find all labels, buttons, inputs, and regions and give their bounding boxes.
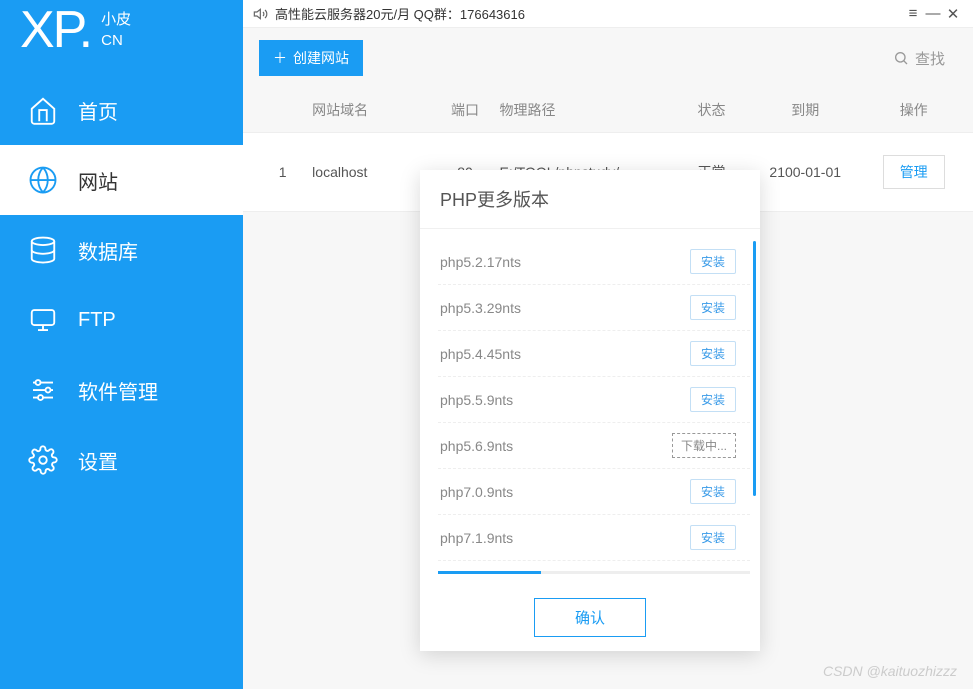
install-button[interactable]: 安装 xyxy=(690,525,736,550)
nav-home[interactable]: 首页 xyxy=(0,75,243,145)
header-action: 操作 xyxy=(864,100,963,120)
downloading-button[interactable]: 下载中... xyxy=(672,433,736,458)
row-index: 1 xyxy=(253,164,312,180)
search-label: 查找 xyxy=(915,48,945,69)
create-label: 创建网站 xyxy=(293,48,349,68)
nav-ftp[interactable]: FTP xyxy=(0,285,243,355)
menu-icon[interactable]: ≡ xyxy=(903,5,923,22)
header-expire: 到期 xyxy=(746,100,864,120)
php-versions-modal: PHP更多版本 php5.2.17nts安装php5.3.29nts安装php5… xyxy=(420,170,760,651)
nav-database-label: 数据库 xyxy=(78,236,138,265)
header-status: 状态 xyxy=(677,100,746,120)
php-version-name: php7.1.9nts xyxy=(440,530,690,546)
php-version-row: php5.3.29nts安装 xyxy=(438,285,750,331)
php-version-row: php5.5.9nts安装 xyxy=(438,377,750,423)
nav-ftp-label: FTP xyxy=(78,309,116,332)
progress-bar xyxy=(438,571,750,574)
install-button[interactable]: 安装 xyxy=(690,341,736,366)
scrollbar[interactable] xyxy=(753,241,756,496)
nav-settings-label: 设置 xyxy=(78,446,118,475)
speaker-icon xyxy=(253,6,269,22)
confirm-button[interactable]: 确认 xyxy=(534,598,646,637)
close-icon[interactable]: ✕ xyxy=(943,5,963,23)
php-version-name: php5.4.45nts xyxy=(440,346,690,362)
nav-software[interactable]: 软件管理 xyxy=(0,355,243,425)
php-version-row: php5.4.45nts安装 xyxy=(438,331,750,377)
php-version-row: php7.1.9nts安装 xyxy=(438,515,750,561)
install-button[interactable]: 安装 xyxy=(690,479,736,504)
php-version-name: php5.5.9nts xyxy=(440,392,690,408)
search-box[interactable]: 查找 xyxy=(881,42,957,75)
table-header: 网站域名 端口 物理路径 状态 到期 操作 xyxy=(243,88,973,133)
create-website-button[interactable]: ＋ 创建网站 xyxy=(259,40,363,76)
row-domain: localhost xyxy=(312,164,430,180)
php-version-row: php5.2.17nts安装 xyxy=(438,239,750,285)
php-version-name: php5.6.9nts xyxy=(440,438,672,454)
nav-software-label: 软件管理 xyxy=(78,376,158,405)
topbar: 高性能云服务器20元/月 QQ群：176643616 ≡ — ✕ xyxy=(243,0,973,28)
php-version-name: php5.2.17nts xyxy=(440,254,690,270)
header-domain: 网站域名 xyxy=(312,100,430,120)
install-button[interactable]: 安装 xyxy=(690,387,736,412)
watermark: CSDN @kaituozhizzz xyxy=(823,663,957,679)
header-path: 物理路径 xyxy=(500,100,678,120)
modal-title: PHP更多版本 xyxy=(420,170,760,229)
header-port: 端口 xyxy=(431,100,500,120)
database-icon xyxy=(28,235,58,265)
php-version-row: php5.6.9nts下载中... xyxy=(438,423,750,469)
announcement-text: 高性能云服务器20元/月 QQ群：176643616 xyxy=(275,4,525,23)
logo-main: XP. xyxy=(20,0,91,60)
php-version-name: php5.3.29nts xyxy=(440,300,690,316)
plus-icon: ＋ xyxy=(273,48,287,68)
logo-sub: 小皮 CN xyxy=(101,9,131,51)
nav-website[interactable]: 网站 xyxy=(0,145,243,215)
globe-icon xyxy=(28,165,58,195)
nav-settings[interactable]: 设置 xyxy=(0,425,243,495)
modal-body: php5.2.17nts安装php5.3.29nts安装php5.4.45nts… xyxy=(420,229,760,584)
search-icon xyxy=(893,50,909,66)
php-version-row: php7.0.9nts安装 xyxy=(438,469,750,515)
ftp-icon xyxy=(28,305,58,335)
row-expire: 2100-01-01 xyxy=(746,164,864,180)
install-button[interactable]: 安装 xyxy=(690,295,736,320)
nav-website-label: 网站 xyxy=(78,166,118,195)
gear-icon xyxy=(28,445,58,475)
home-icon xyxy=(28,95,58,125)
manage-button[interactable]: 管理 xyxy=(883,155,945,189)
minimize-icon[interactable]: — xyxy=(923,5,943,22)
sidebar: XP. 小皮 CN 首页 网站 数据库 FTP 软件管理 设置 xyxy=(0,0,243,689)
toolbar: ＋ 创建网站 查找 xyxy=(243,28,973,88)
nav-database[interactable]: 数据库 xyxy=(0,215,243,285)
logo: XP. 小皮 CN xyxy=(0,0,243,75)
nav-home-label: 首页 xyxy=(78,96,118,125)
sliders-icon xyxy=(28,375,58,405)
install-button[interactable]: 安装 xyxy=(690,249,736,274)
php-version-name: php7.0.9nts xyxy=(440,484,690,500)
